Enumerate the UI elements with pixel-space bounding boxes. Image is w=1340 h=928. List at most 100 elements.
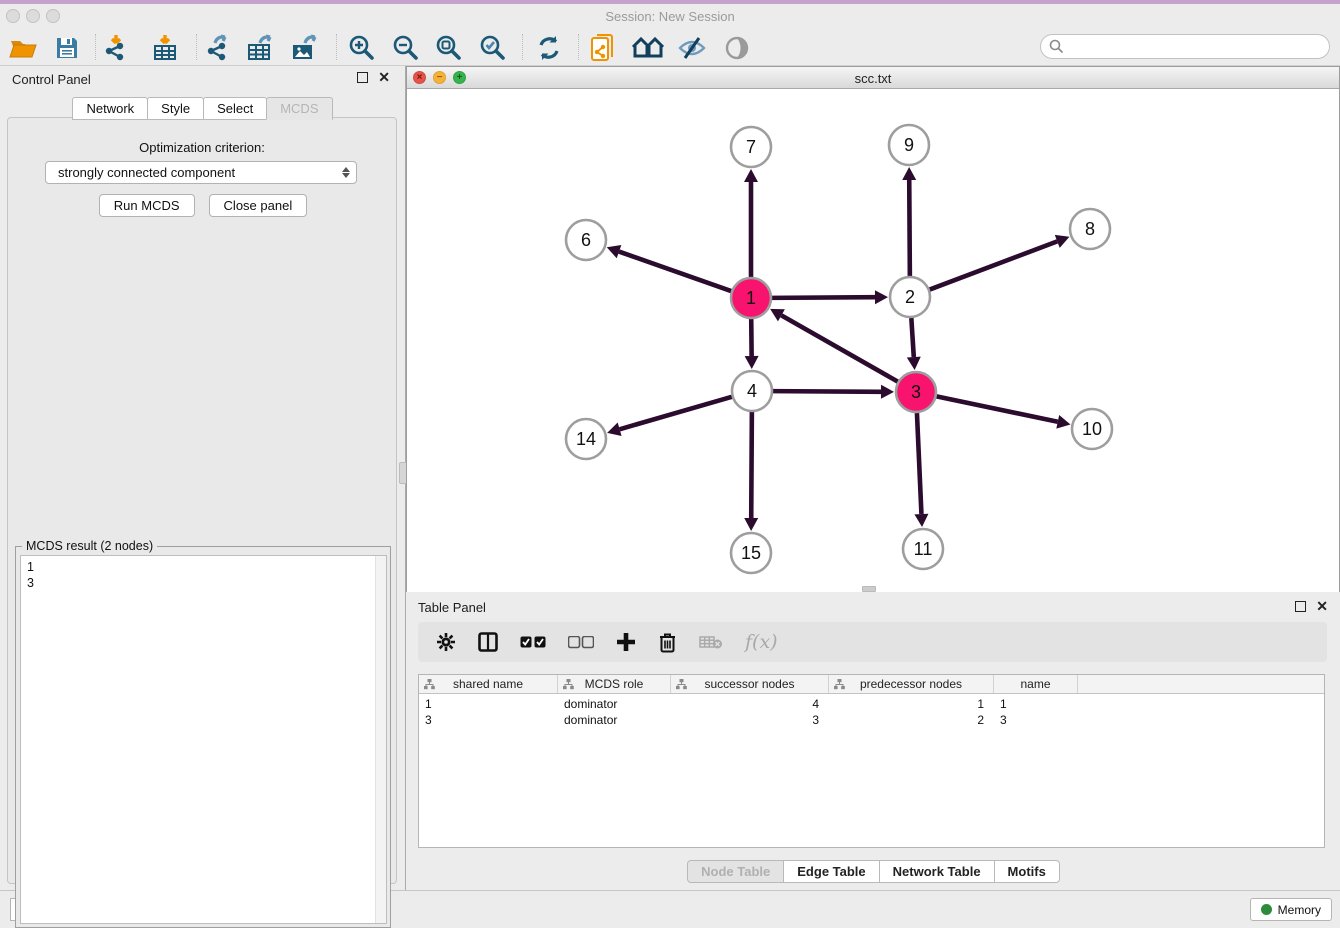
tab-network-table[interactable]: Network Table bbox=[879, 860, 995, 883]
graph-edge-3-1[interactable] bbox=[781, 315, 897, 381]
app-title: Session: New Session bbox=[0, 9, 1340, 24]
table-cell[interactable]: dominator bbox=[558, 712, 671, 728]
control-panel: Control Panel ✕ NetworkStyleSelectMCDS O… bbox=[0, 66, 404, 890]
graph-node-label: 6 bbox=[581, 230, 591, 250]
gear-icon[interactable] bbox=[436, 632, 456, 652]
table-header-row: shared nameMCDS rolesuccessor nodesprede… bbox=[419, 675, 1324, 694]
save-session-icon[interactable] bbox=[50, 33, 84, 63]
float-panel-icon[interactable] bbox=[357, 72, 368, 83]
table-tabs: Node TableEdge TableNetwork TableMotifs bbox=[406, 860, 1340, 883]
table-row[interactable]: 3dominator323 bbox=[419, 712, 1324, 728]
open-session-icon[interactable] bbox=[6, 33, 40, 63]
graph-edge-2-8[interactable] bbox=[930, 241, 1058, 289]
mcds-result-title: MCDS result (2 nodes) bbox=[22, 539, 157, 553]
home-icon[interactable] bbox=[631, 33, 665, 63]
hide-panel-eye-slash-icon[interactable] bbox=[675, 33, 709, 63]
graph-edge-3-11[interactable] bbox=[917, 413, 922, 514]
split-columns-icon[interactable] bbox=[478, 632, 498, 652]
graph-edge-1-2[interactable] bbox=[772, 297, 875, 298]
column-header-empty bbox=[1078, 675, 1324, 693]
clone-network-icon[interactable] bbox=[587, 33, 621, 63]
graph-node-label: 10 bbox=[1082, 419, 1102, 439]
graph-node-label: 8 bbox=[1085, 219, 1095, 239]
tab-motifs[interactable]: Motifs bbox=[994, 860, 1060, 883]
tab-style[interactable]: Style bbox=[147, 97, 204, 120]
zoom-in-icon[interactable] bbox=[345, 33, 379, 63]
export-network-icon[interactable] bbox=[201, 33, 235, 63]
import-table-icon[interactable] bbox=[148, 33, 182, 63]
network-window-titlebar[interactable]: × − + scc.txt bbox=[407, 67, 1339, 89]
graph-arrowhead bbox=[745, 356, 759, 369]
graph-edge-3-10[interactable] bbox=[937, 396, 1058, 421]
table-row[interactable]: 1dominator411 bbox=[419, 696, 1324, 712]
show-panel-eye-icon[interactable] bbox=[720, 33, 754, 63]
graph-edge-4-3[interactable] bbox=[773, 391, 881, 392]
graph-arrowhead bbox=[881, 385, 894, 399]
dropdown-stepper-icon bbox=[342, 167, 350, 178]
table-cell[interactable]: 1 bbox=[419, 696, 558, 712]
column-header-predecessor-nodes[interactable]: predecessor nodes bbox=[829, 675, 994, 693]
run-mcds-button[interactable]: Run MCDS bbox=[99, 194, 195, 217]
refresh-layout-icon[interactable] bbox=[532, 33, 566, 63]
close-panel-icon[interactable]: ✕ bbox=[378, 72, 390, 83]
table-cell[interactable]: 1 bbox=[994, 696, 1078, 712]
graph-arrowhead bbox=[744, 169, 758, 182]
table-panel: Table Panel ✕ f(x) shared nameMCDS roles… bbox=[406, 596, 1340, 890]
zoom-fit-icon[interactable] bbox=[432, 33, 466, 63]
criterion-dropdown[interactable]: strongly connected component bbox=[45, 161, 357, 184]
close-table-panel-icon[interactable]: ✕ bbox=[1316, 601, 1328, 612]
import-network-icon[interactable] bbox=[101, 33, 135, 63]
graph-arrowhead bbox=[607, 423, 621, 436]
export-table-icon[interactable] bbox=[244, 33, 278, 63]
column-header-name[interactable]: name bbox=[994, 675, 1078, 693]
graph-node-label: 9 bbox=[904, 135, 914, 155]
node-table[interactable]: shared nameMCDS rolesuccessor nodesprede… bbox=[418, 674, 1325, 848]
tab-edge-table[interactable]: Edge Table bbox=[783, 860, 879, 883]
delete-column-trash-icon[interactable] bbox=[658, 632, 677, 653]
table-cell[interactable]: 2 bbox=[829, 712, 994, 728]
network-canvas[interactable]: 7968124314101511 bbox=[407, 89, 1339, 592]
graph-arrowhead bbox=[914, 514, 928, 527]
table-toolbar: f(x) bbox=[418, 622, 1327, 662]
table-cell[interactable]: 4 bbox=[671, 696, 829, 712]
graph-node-label: 3 bbox=[911, 382, 921, 402]
zoom-selected-icon[interactable] bbox=[476, 33, 510, 63]
app-titlebar[interactable]: Session: New Session bbox=[0, 4, 1340, 28]
export-image-icon[interactable] bbox=[288, 33, 322, 63]
network-resize-grip[interactable] bbox=[862, 586, 876, 592]
graph-edge-1-6[interactable] bbox=[619, 252, 731, 291]
table-cell[interactable]: 3 bbox=[671, 712, 829, 728]
mcds-result-textarea[interactable]: 1 3 bbox=[20, 555, 387, 924]
tab-network[interactable]: Network bbox=[72, 97, 148, 120]
graph-arrowhead bbox=[902, 167, 916, 180]
graph-node-label: 4 bbox=[747, 381, 757, 401]
graph-edge-4-14[interactable] bbox=[620, 397, 732, 429]
close-panel-button[interactable]: Close panel bbox=[209, 194, 308, 217]
column-header-shared-name[interactable]: shared name bbox=[419, 675, 558, 693]
add-column-icon[interactable] bbox=[616, 632, 636, 652]
table-cell[interactable]: 1 bbox=[829, 696, 994, 712]
result-scrollbar[interactable] bbox=[375, 556, 386, 923]
graph-edge-2-3[interactable] bbox=[911, 318, 913, 357]
table-cell[interactable]: 3 bbox=[994, 712, 1078, 728]
table-cell[interactable]: dominator bbox=[558, 696, 671, 712]
float-table-panel-icon[interactable] bbox=[1295, 601, 1306, 612]
search-input[interactable] bbox=[1064, 40, 1304, 54]
tab-select[interactable]: Select bbox=[203, 97, 267, 120]
memory-button[interactable]: Memory bbox=[1250, 898, 1332, 921]
graph-node-label: 2 bbox=[905, 287, 915, 307]
graph-edge-2-9[interactable] bbox=[909, 180, 910, 276]
select-all-checkbox-icon[interactable] bbox=[520, 636, 546, 649]
column-header-MCDS-role[interactable]: MCDS role bbox=[558, 675, 671, 693]
graph-edge-4-15[interactable] bbox=[751, 412, 752, 518]
zoom-out-icon[interactable] bbox=[389, 33, 423, 63]
tab-mcds[interactable]: MCDS bbox=[266, 97, 332, 120]
tab-node-table[interactable]: Node Table bbox=[687, 860, 784, 883]
control-panel-title: Control Panel bbox=[12, 72, 91, 87]
table-cell[interactable]: 3 bbox=[419, 712, 558, 728]
column-header-successor-nodes[interactable]: successor nodes bbox=[671, 675, 829, 693]
memory-label: Memory bbox=[1278, 903, 1321, 917]
graph-arrowhead bbox=[744, 518, 758, 531]
search-field[interactable] bbox=[1040, 34, 1330, 59]
deselect-all-checkbox-icon[interactable] bbox=[568, 636, 594, 649]
